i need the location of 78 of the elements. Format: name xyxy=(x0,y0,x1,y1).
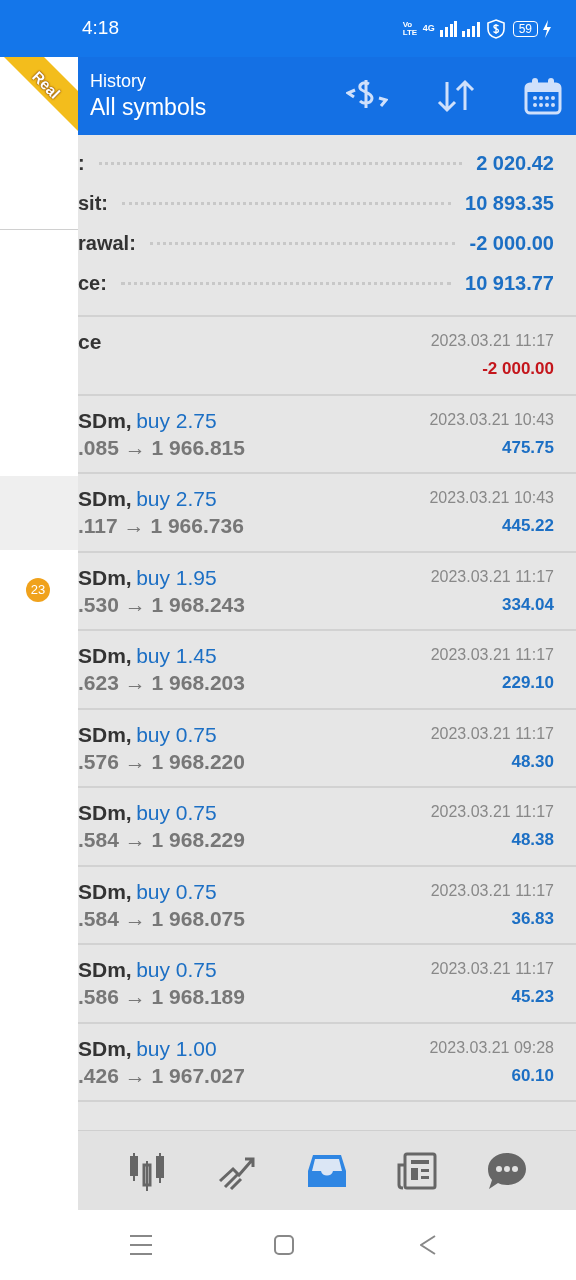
menu-icon[interactable] xyxy=(130,1234,152,1256)
deal-prices: .085 → 1 966.815 xyxy=(78,434,245,461)
network-label: 4G xyxy=(422,21,435,35)
deal-symbol: SDm, xyxy=(78,1036,132,1060)
deal-symbol: SDm, xyxy=(78,644,132,667)
chat-icon xyxy=(487,1150,527,1191)
deal-type: buy 0.75 xyxy=(136,801,217,824)
signal-icon xyxy=(460,20,483,37)
summary-value: 10 913.77 xyxy=(465,271,554,296)
deal-symbol: SDm, xyxy=(78,722,132,746)
deal-type: buy 1.00 xyxy=(136,1036,217,1060)
deal-amount: 48.38 xyxy=(511,829,554,851)
charging-icon xyxy=(542,19,552,38)
summary-label: sit: xyxy=(78,191,108,216)
deal-type: buy 0.75 xyxy=(136,879,217,903)
deal-amount: 36.83 xyxy=(511,907,554,930)
newspaper-icon xyxy=(397,1150,437,1191)
deal-prices: .623 → 1 968.203 xyxy=(78,670,245,696)
deal-title: ce xyxy=(78,330,102,353)
summary-value: 10 893.35 xyxy=(465,191,554,216)
summary-label: : xyxy=(78,151,85,176)
deal-amount: 45.23 xyxy=(511,986,554,1008)
nav-tab[interactable] xyxy=(127,1150,167,1191)
deal-prices: .530 → 1 968.243 xyxy=(78,591,245,618)
deal-prices: .586 → 1 968.189 xyxy=(78,984,245,1010)
deal-prices: .584 → 1 968.075 xyxy=(78,905,245,932)
summary-label: ce: xyxy=(78,271,107,296)
nav-tab[interactable] xyxy=(487,1150,527,1191)
deal-time: 2023.03.21 11:17 xyxy=(430,802,554,822)
deal-type: buy 1.45 xyxy=(136,644,217,667)
deal-symbol: SDm, xyxy=(78,565,132,589)
summary-value: -2 000.00 xyxy=(469,231,554,256)
sort-icon[interactable] xyxy=(436,78,476,114)
deal-symbol: SDm, xyxy=(78,801,132,824)
volte-label: Vo LTE xyxy=(402,20,419,37)
battery-level: 59 xyxy=(512,20,538,37)
deal-amount: 475.75 xyxy=(502,436,554,459)
deal-prices: .117 → 1 966.736 xyxy=(78,513,244,539)
summary-value: 2 020.42 xyxy=(476,151,554,176)
deal-time: 2023.03.21 10:43 xyxy=(429,488,554,508)
deal-time: 2023.03.21 09:28 xyxy=(429,1037,554,1058)
deal-prices: .576 → 1 968.220 xyxy=(78,748,245,775)
candlestick-chart-icon xyxy=(127,1150,167,1191)
back-icon[interactable] xyxy=(420,1235,436,1255)
deal-prices: .584 → 1 968.229 xyxy=(78,827,245,853)
nav-tab[interactable] xyxy=(397,1150,437,1191)
deal-time: 2023.03.21 11:17 xyxy=(430,645,554,665)
deal-time: 2023.03.21 11:17 xyxy=(430,723,554,744)
deal-amount: -2 000.00 xyxy=(482,358,554,380)
deal-amount: 445.22 xyxy=(502,515,554,537)
signal-icon xyxy=(438,20,457,37)
summary-label: rawal: xyxy=(78,231,136,256)
shield-icon xyxy=(486,18,505,39)
deal-time: 2023.03.21 11:17 xyxy=(430,959,554,979)
deal-type: buy 2.75 xyxy=(136,408,217,432)
deal-amount: 60.10 xyxy=(511,1064,554,1087)
deal-type: buy 0.75 xyxy=(136,958,217,981)
deal-symbol: SDm, xyxy=(78,487,132,510)
deal-time: 2023.03.21 11:17 xyxy=(430,331,554,351)
deal-symbol: SDm, xyxy=(78,408,132,432)
deal-type: buy 2.75 xyxy=(136,487,217,510)
unread-count: 23 xyxy=(26,578,50,602)
deal-amount: 48.30 xyxy=(511,750,554,773)
calendar-icon[interactable] xyxy=(524,77,562,115)
deal-amount: 334.04 xyxy=(502,593,554,616)
deal-type: buy 0.75 xyxy=(136,722,217,746)
deal-time: 2023.03.21 10:43 xyxy=(429,409,554,430)
deal-time: 2023.03.21 11:17 xyxy=(430,566,554,587)
status-time: 4:18 xyxy=(82,16,119,41)
deal-type: buy 1.95 xyxy=(136,565,217,589)
deal-time: 2023.03.21 11:17 xyxy=(430,880,554,901)
header-subtitle: All symbols xyxy=(90,93,207,122)
deal-prices: .426 → 1 967.027 xyxy=(78,1062,245,1089)
deal-symbol: SDm, xyxy=(78,958,132,981)
home-icon[interactable] xyxy=(274,1235,294,1255)
header-title: History xyxy=(90,70,147,92)
deal-symbol: SDm, xyxy=(78,879,132,903)
deal-amount: 229.10 xyxy=(502,672,554,694)
